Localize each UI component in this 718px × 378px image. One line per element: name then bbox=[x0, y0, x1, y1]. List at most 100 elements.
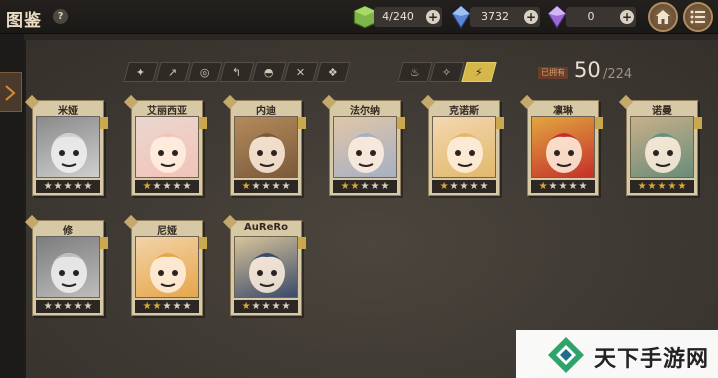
character-portrait bbox=[36, 116, 100, 178]
page-title: 图鉴 bbox=[6, 11, 42, 31]
spear-icon: ↗ bbox=[168, 65, 178, 79]
filter-dagger[interactable]: ✦ bbox=[123, 62, 159, 82]
scythe-icon: ↰ bbox=[232, 65, 242, 79]
star-icon: ★ bbox=[53, 180, 63, 192]
star-icon: ★ bbox=[340, 180, 350, 192]
star-icon: ★ bbox=[281, 180, 291, 192]
fire-icon: ♨ bbox=[410, 65, 420, 79]
character-card[interactable]: 米娅 ★ ★ ★ ★ ★ bbox=[24, 94, 108, 196]
star-rating: ★ ★ ★ ★ ★ bbox=[531, 180, 595, 193]
orb-icon: ◓ bbox=[264, 65, 274, 79]
character-name: AuReRo bbox=[244, 222, 288, 233]
character-name: 尼娅 bbox=[157, 226, 177, 237]
character-card[interactable]: AuReRo ★ ★ ★ ★ ★ bbox=[222, 214, 306, 316]
character-name: 修 bbox=[63, 226, 73, 237]
portrait-face-icon bbox=[49, 253, 89, 293]
card-clip bbox=[595, 117, 603, 129]
portrait-face-icon bbox=[148, 253, 188, 293]
card-clip bbox=[298, 237, 306, 249]
scroll-icon: ❖ bbox=[328, 65, 338, 79]
element-filter-group: ♨ ✧ ⚡ bbox=[397, 62, 497, 82]
character-card[interactable]: 诺曼 ★ ★ ★ ★ ★ bbox=[618, 94, 702, 196]
card-clip bbox=[298, 117, 306, 129]
character-card[interactable]: 内迪 ★ ★ ★ ★ ★ bbox=[222, 94, 306, 196]
filter-spear[interactable]: ↗ bbox=[155, 62, 191, 82]
character-card[interactable]: 艾丽西亚 ★ ★ ★ ★ ★ bbox=[123, 94, 207, 196]
character-card[interactable]: 凛琳 ★ ★ ★ ★ ★ bbox=[519, 94, 603, 196]
star-rating: ★ ★ ★ ★ ★ bbox=[135, 180, 199, 193]
filter-scythe[interactable]: ↰ bbox=[219, 62, 255, 82]
character-name: 米娅 bbox=[58, 106, 78, 117]
star-icon: ★ bbox=[271, 300, 281, 312]
purple-crystal-counter: 0 + bbox=[566, 7, 636, 27]
codex-panel bbox=[24, 40, 718, 378]
filter-orb[interactable]: ◓ bbox=[251, 62, 287, 82]
home-button[interactable] bbox=[648, 2, 678, 32]
help-button[interactable]: ? bbox=[53, 9, 68, 24]
star-icon: ★ bbox=[182, 300, 192, 312]
star-icon: ★ bbox=[261, 180, 271, 192]
star-icon: ★ bbox=[142, 300, 152, 312]
card-clip bbox=[397, 117, 405, 129]
portrait-face-icon bbox=[643, 133, 683, 173]
menu-button[interactable] bbox=[683, 2, 713, 32]
stamina-counter: 4/240 + bbox=[374, 7, 442, 27]
filter-crossbow[interactable]: ✕ bbox=[283, 62, 319, 82]
portrait-face-icon bbox=[247, 133, 287, 173]
star-rating: ★ ★ ★ ★ ★ bbox=[36, 180, 100, 193]
star-icon: ★ bbox=[538, 180, 548, 192]
weapon-filter-group: ✦ ↗ ◎ ↰ ◓ ✕ ❖ bbox=[123, 62, 351, 82]
shield-icon: ◎ bbox=[200, 65, 210, 79]
star-icon: ★ bbox=[63, 180, 73, 192]
star-icon: ★ bbox=[647, 180, 657, 192]
filter-fire[interactable]: ♨ bbox=[397, 62, 433, 82]
star-icon: ★ bbox=[162, 300, 172, 312]
filter-lightning[interactable]: ⚡ bbox=[461, 62, 497, 82]
star-icon: ★ bbox=[439, 180, 449, 192]
star-rating: ★ ★ ★ ★ ★ bbox=[432, 180, 496, 193]
star-rating: ★ ★ ★ ★ ★ bbox=[135, 300, 199, 313]
portrait-face-icon bbox=[346, 133, 386, 173]
codex-screen: 图鉴 ? 4/240 + 3732 + 0 + ✦ ↗ ◎ ↰ ◓ ✕ ❖ ♨ … bbox=[0, 0, 718, 378]
blue-crystal-value: 3732 bbox=[481, 10, 509, 23]
owned-badge: 已拥有 bbox=[538, 67, 568, 79]
stamina-plus-button[interactable]: + bbox=[426, 10, 440, 24]
character-card[interactable]: 法尔纳 ★ ★ ★ ★ ★ bbox=[321, 94, 405, 196]
character-card[interactable]: 克诺斯 ★ ★ ★ ★ ★ bbox=[420, 94, 504, 196]
character-card[interactable]: 尼娅 ★ ★ ★ ★ ★ bbox=[123, 214, 207, 316]
star-icon: ★ bbox=[241, 300, 251, 312]
filter-shield[interactable]: ◎ bbox=[187, 62, 223, 82]
star-rating: ★ ★ ★ ★ ★ bbox=[630, 180, 694, 193]
star-icon: ★ bbox=[63, 300, 73, 312]
star-icon: ★ bbox=[73, 180, 83, 192]
filter-scroll[interactable]: ❖ bbox=[315, 62, 351, 82]
portrait-face-icon bbox=[49, 133, 89, 173]
character-portrait bbox=[135, 236, 199, 298]
filter-wind[interactable]: ✧ bbox=[429, 62, 465, 82]
character-card[interactable]: 修 ★ ★ ★ ★ ★ bbox=[24, 214, 108, 316]
portrait-face-icon bbox=[544, 133, 584, 173]
star-icon: ★ bbox=[152, 180, 162, 192]
star-icon: ★ bbox=[271, 180, 281, 192]
crossbow-icon: ✕ bbox=[296, 65, 306, 79]
star-icon: ★ bbox=[172, 180, 182, 192]
top-bar: 图鉴 ? 4/240 + 3732 + 0 + bbox=[0, 0, 718, 34]
watermark-text: 天下手游网 bbox=[594, 347, 710, 372]
star-icon: ★ bbox=[370, 180, 380, 192]
star-icon: ★ bbox=[667, 180, 677, 192]
star-icon: ★ bbox=[172, 300, 182, 312]
star-icon: ★ bbox=[360, 180, 370, 192]
portrait-face-icon bbox=[445, 133, 485, 173]
side-expand-tab[interactable] bbox=[0, 72, 22, 112]
purple-crystal-value: 0 bbox=[587, 10, 595, 23]
watermark: 天下手游网 bbox=[516, 330, 718, 378]
character-name: 诺曼 bbox=[652, 106, 672, 117]
star-icon: ★ bbox=[657, 180, 667, 192]
star-icon: ★ bbox=[251, 180, 261, 192]
star-icon: ★ bbox=[162, 180, 172, 192]
star-icon: ★ bbox=[380, 180, 390, 192]
star-icon: ★ bbox=[73, 300, 83, 312]
blue-crystal-plus-button[interactable]: + bbox=[524, 10, 538, 24]
star-icon: ★ bbox=[449, 180, 459, 192]
purple-crystal-plus-button[interactable]: + bbox=[620, 10, 634, 24]
